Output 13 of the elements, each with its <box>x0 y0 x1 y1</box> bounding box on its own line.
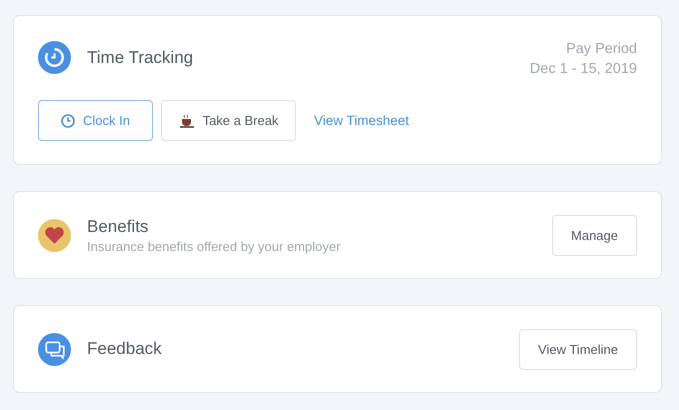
coffee-cup-icon <box>178 114 195 128</box>
break-button[interactable]: Take a Break <box>161 100 296 141</box>
pay-period-dates: Dec 1 - 15, 2019 <box>530 60 637 79</box>
chat-icon <box>38 332 71 366</box>
timer-icon <box>38 41 71 74</box>
card-title: Feedback <box>87 339 162 359</box>
card-subtitle: Insurance benefits offered by your employer <box>87 238 340 254</box>
clock-icon <box>61 114 76 128</box>
card-title: Benefits <box>87 216 150 236</box>
card-button[interactable]: Manage <box>552 214 637 256</box>
card-title: Time Tracking <box>87 48 194 68</box>
pay-period-label: Pay Period <box>566 40 637 59</box>
card-button[interactable]: View Timeline <box>519 328 637 370</box>
